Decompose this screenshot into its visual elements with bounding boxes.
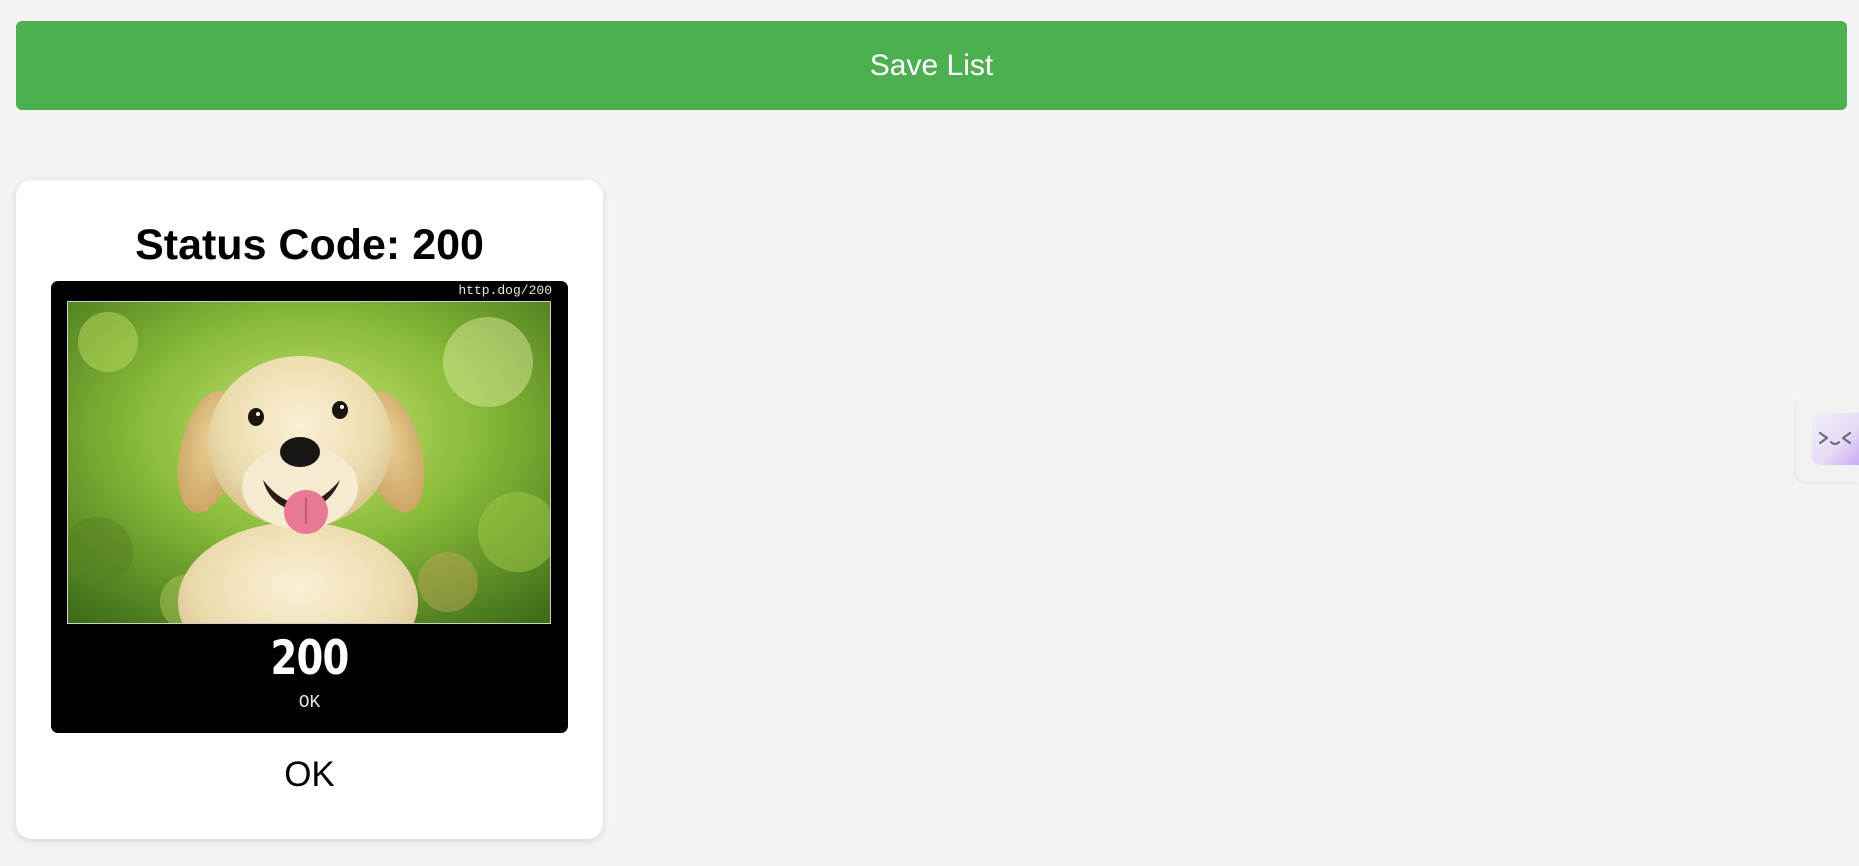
status-image: http.dog/200 200 OK [51, 281, 568, 733]
face-icon[interactable] [1812, 413, 1859, 465]
card-title: Status Code: 200 [135, 221, 484, 269]
side-widget-tab[interactable] [1796, 398, 1859, 482]
image-url-caption: http.dog/200 [458, 283, 552, 298]
save-list-button[interactable]: Save List [16, 21, 1847, 110]
image-status-text: OK [298, 693, 321, 713]
image-status-code: 200 [270, 631, 349, 686]
dog-photo [67, 301, 551, 624]
status-text: OK [284, 755, 335, 794]
status-card: Status Code: 200 http.dog/200 200 OK OK [16, 180, 603, 839]
